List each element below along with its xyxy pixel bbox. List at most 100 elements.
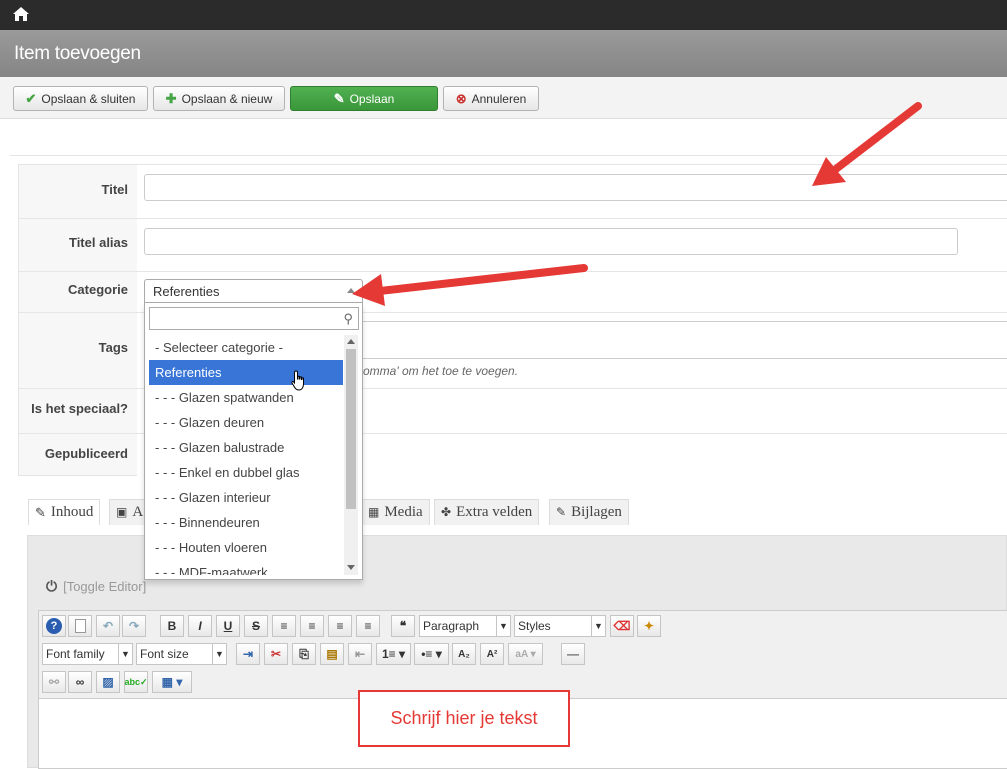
copy-icon[interactable]: ⎘ <box>292 643 316 665</box>
tab-bijlagen-label: Bijlagen <box>571 504 622 520</box>
film-icon: ▦ <box>368 505 380 519</box>
scrollbar-thumb[interactable] <box>346 349 356 509</box>
blockquote-icon[interactable]: ❝ <box>391 615 415 637</box>
save-button[interactable]: ✎ Opslaan <box>290 86 438 111</box>
save-new-label: Opslaan & nieuw <box>181 91 273 106</box>
scroll-up-icon[interactable] <box>347 339 355 344</box>
category-selected-value: Referenties <box>153 284 220 299</box>
subscript-icon[interactable]: A₂ <box>452 643 476 665</box>
edit-icon: ✎ <box>333 90 345 106</box>
alias-input[interactable] <box>144 228 958 255</box>
dropdown-scrollbar[interactable] <box>344 335 358 575</box>
new-document-icon[interactable] <box>68 615 92 637</box>
redo-icon[interactable]: ↷ <box>122 615 146 637</box>
styles-select[interactable]: Styles ▼ <box>514 615 606 637</box>
font-size-select-label: Font size <box>140 647 189 661</box>
cancel-label: Annuleren <box>471 91 527 106</box>
tab-media[interactable]: ▦ Media <box>361 499 430 525</box>
superscript-icon[interactable]: A² <box>480 643 504 665</box>
tab-inhoud[interactable]: ✎ Inhoud <box>28 499 101 525</box>
tags-label: Tags <box>98 340 128 355</box>
underline-icon[interactable]: U <box>216 615 240 637</box>
search-icon: ⚲ <box>343 311 353 326</box>
title-input[interactable] <box>144 174 1007 201</box>
tab-inhoud-label: Inhoud <box>50 504 94 520</box>
category-option[interactable]: - - - MDF-maatwerk <box>149 560 343 575</box>
spellcheck-icon[interactable]: abc✓ <box>124 671 148 693</box>
paperclip-icon: ✎ <box>556 505 567 519</box>
divider <box>10 155 1007 156</box>
annotation-callout: Schrijf hier je tekst <box>358 690 570 747</box>
cancel-button[interactable]: ⊗ Annuleren <box>443 86 539 111</box>
category-option[interactable]: - - - Glazen deuren <box>149 410 343 435</box>
home-icon[interactable] <box>12 6 30 22</box>
category-dropdown: ⚲ - Selecteer categorie - Referenties - - … <box>144 303 363 580</box>
alias-label: Titel alias <box>68 235 128 250</box>
align-left-icon[interactable]: ≡ <box>328 615 352 637</box>
tags-input[interactable] <box>355 321 1007 359</box>
category-option[interactable]: - - - Houten vloeren <box>149 535 343 560</box>
table-icon[interactable]: ▦ ▾ <box>152 671 192 693</box>
save-new-button[interactable]: ✚ Opslaan & nieuw <box>153 86 285 111</box>
unlink-icon[interactable]: ⚯ <box>42 671 66 693</box>
title-field-area <box>137 165 1007 218</box>
puzzle-icon: ✤ <box>441 505 452 519</box>
horizontal-rule-icon[interactable]: — <box>561 643 585 665</box>
align-justify-icon[interactable]: ≡ <box>272 615 296 637</box>
edit-icon: ✎ <box>35 504 46 520</box>
cut-icon[interactable]: ✂ <box>264 643 288 665</box>
category-option[interactable]: - - - Enkel en dubbel glas <box>149 460 343 485</box>
align-right-icon[interactable]: ≡ <box>356 615 380 637</box>
page-header: Item toevoegen <box>0 30 1007 77</box>
chevron-down-icon: ▼ <box>118 644 132 664</box>
category-option[interactable]: - - - Glazen balustrade <box>149 435 343 460</box>
cleanup-icon[interactable]: ✦ <box>637 615 661 637</box>
toggle-editor[interactable]: ⏻ [Toggle Editor] <box>46 578 146 595</box>
font-family-select[interactable]: Font family ▼ <box>42 643 133 665</box>
tab-afbeelding[interactable]: ▣ A <box>109 499 149 525</box>
numbered-list-icon[interactable]: 1≡ ▾ <box>376 643 411 665</box>
save-close-button[interactable]: ✔ Opslaan & sluiten <box>13 86 148 111</box>
chevron-down-icon: ▼ <box>496 616 510 636</box>
align-center-icon[interactable]: ≡ <box>300 615 324 637</box>
help-icon[interactable]: ? <box>42 615 66 637</box>
indent-icon[interactable]: ⇥ <box>236 643 260 665</box>
toggle-editor-label: [Toggle Editor] <box>63 579 147 594</box>
tab-extra-velden[interactable]: ✤ Extra velden <box>434 499 540 525</box>
strikethrough-icon[interactable]: S <box>244 615 268 637</box>
top-bar <box>0 0 1007 30</box>
chevron-down-icon: ▼ <box>591 616 605 636</box>
tags-hint: omma' om het toe te voegen. <box>363 364 519 378</box>
outdent-icon[interactable]: ⇤ <box>348 643 372 665</box>
cancel-icon: ⊗ <box>455 90 467 106</box>
scroll-down-icon[interactable] <box>347 565 355 570</box>
bullet-list-icon[interactable]: •≡ ▾ <box>414 643 449 665</box>
category-label: Categorie <box>68 282 128 297</box>
category-select[interactable]: Referenties <box>144 279 363 303</box>
save-close-label: Opslaan & sluiten <box>41 91 136 106</box>
bold-icon[interactable]: B <box>160 615 184 637</box>
page-title: Item toevoegen <box>14 43 141 64</box>
italic-icon[interactable]: I <box>188 615 212 637</box>
category-search-input[interactable]: ⚲ <box>149 307 359 330</box>
action-toolbar: ✔ Opslaan & sluiten ✚ Opslaan & nieuw ✎ … <box>0 77 1007 119</box>
paste-icon[interactable]: ▤ <box>320 643 344 665</box>
plus-icon: ✚ <box>165 90 177 106</box>
category-option[interactable]: - - - Glazen spatwanden <box>149 385 343 410</box>
alias-row: Titel alias <box>19 219 1007 272</box>
tab-bijlagen[interactable]: ✎ Bijlagen <box>549 499 629 525</box>
link-icon[interactable]: ∞ <box>68 671 92 693</box>
font-size-select[interactable]: Font size ▼ <box>136 643 227 665</box>
title-label: Titel <box>101 182 129 197</box>
eraser-icon[interactable]: ⌫ <box>610 615 634 637</box>
image-icon[interactable]: ▨ <box>96 671 120 693</box>
category-option[interactable]: Referenties <box>149 360 343 385</box>
category-option[interactable]: - - - Glazen interieur <box>149 485 343 510</box>
category-option[interactable]: - - - Binnendeuren <box>149 510 343 535</box>
font-family-select-label: Font family <box>46 647 105 661</box>
category-option[interactable]: - Selecteer categorie - <box>149 335 343 360</box>
published-label: Gepubliceerd <box>44 446 128 461</box>
undo-icon[interactable]: ↶ <box>96 615 120 637</box>
paragraph-select[interactable]: Paragraph ▼ <box>419 615 511 637</box>
text-color-icon[interactable]: aA ▾ <box>508 643 543 665</box>
